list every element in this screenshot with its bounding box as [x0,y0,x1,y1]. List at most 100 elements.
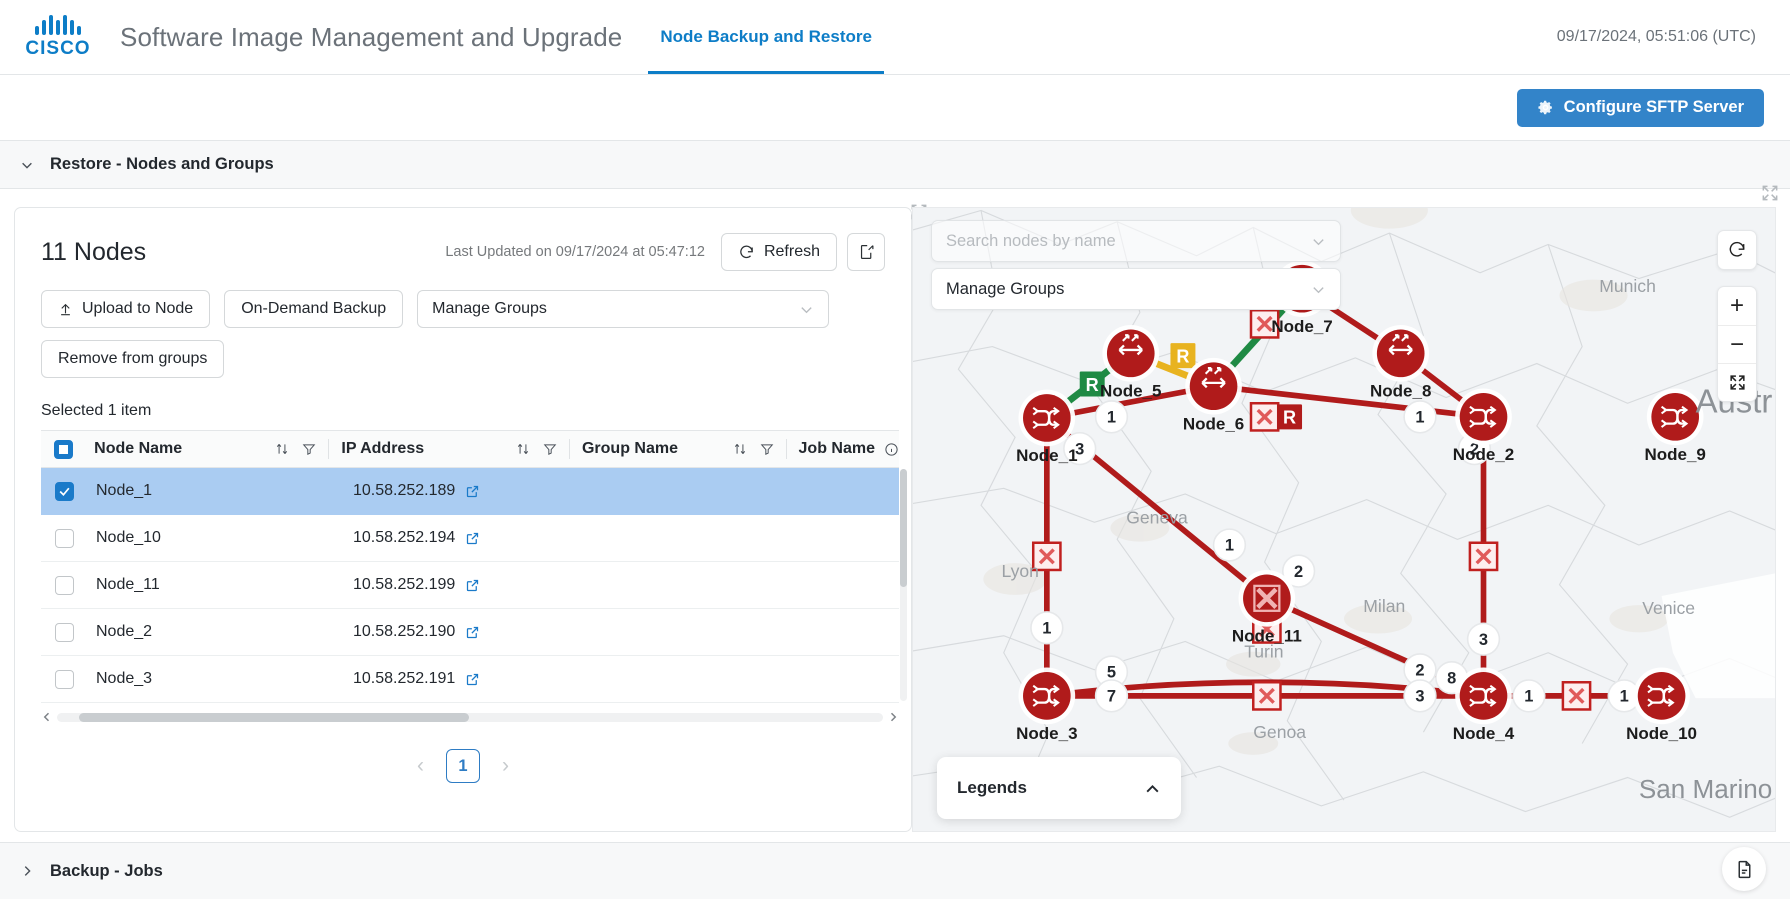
export-icon [860,245,873,259]
row-checkbox[interactable] [55,622,74,642]
nodes-card: 11 Nodes Last Updated on 09/17/2024 at 0… [14,204,927,832]
table-row[interactable]: Node_11 10.58.252.199 [41,562,899,609]
link-restore-r-icon[interactable]: R [1170,343,1196,369]
external-link-icon[interactable] [465,625,480,640]
table-row[interactable]: Node_3 10.58.252.191 [41,656,899,703]
pagination-page-1[interactable]: 1 [446,749,480,783]
topology-map[interactable]: RRRR 131212157283311 Node_1Node_5Node_6N… [912,207,1776,832]
chevron-up-icon[interactable] [1144,780,1161,797]
legends-panel[interactable]: Legends [937,757,1181,819]
chevron-right-icon[interactable] [887,711,899,723]
svg-text:Node_1: Node_1 [1016,446,1077,465]
filter-icon[interactable] [760,442,774,456]
table-horizontal-scrollbar[interactable] [41,709,899,725]
sort-icon[interactable] [733,442,747,456]
refresh-icon [740,245,753,258]
map-node-node_3[interactable]: Node_3 [1016,667,1078,743]
scrollbar-thumb[interactable] [900,469,907,587]
map-search-placeholder: Search nodes by name [946,231,1116,250]
link-down-x-icon[interactable] [1252,681,1282,711]
link-down-x-icon[interactable] [1468,541,1499,572]
svg-text:1: 1 [1415,409,1424,427]
refresh-button[interactable]: Refresh [720,233,837,271]
select-all-checkbox[interactable] [54,439,74,459]
link-count-badge[interactable]: 3 [1403,679,1437,713]
column-header-ip-address[interactable]: IP Address [329,431,570,467]
filter-icon[interactable] [543,442,557,456]
filter-icon[interactable] [302,442,316,456]
expand-map-icon[interactable] [1760,183,1780,203]
link-down-x-icon[interactable] [1249,401,1280,432]
link-count-badge[interactable]: 1 [1403,400,1437,434]
svg-text:3: 3 [1479,631,1488,649]
city-label: Turin [1244,641,1283,661]
sort-icon[interactable] [275,442,289,456]
external-link-icon[interactable] [465,672,480,687]
map-node-node_4[interactable]: Node_4 [1453,667,1515,743]
link-count-badge[interactable]: 3 [1466,622,1501,656]
table-vertical-scrollbar[interactable] [900,469,907,701]
content-split: 11 Nodes Last Updated on 09/17/2024 at 0… [0,185,1790,840]
map-fit-button[interactable] [1718,363,1756,401]
tab-node-backup-and-restore[interactable]: Node Backup and Restore [648,1,884,74]
table-row[interactable]: Node_1 10.58.252.189 [41,468,899,515]
column-header-group-name[interactable]: Group Name [570,431,787,467]
info-icon[interactable] [884,442,899,457]
table-row[interactable]: Node_2 10.58.252.190 [41,609,899,656]
map-zoom-in-button[interactable]: + [1718,287,1756,325]
cell-node-name: Node_1 [96,482,153,499]
upload-to-node-button[interactable]: Upload to Node [41,290,211,328]
svg-text:Node_5: Node_5 [1100,381,1161,400]
row-checkbox[interactable] [55,528,74,548]
accordion-backup-jobs[interactable]: Backup - Jobs [0,842,1790,899]
export-button[interactable] [847,233,885,271]
header-tabs: Node Backup and Restore [648,0,884,74]
external-link-icon[interactable] [465,578,480,593]
link-count-badge[interactable]: 1 [1212,528,1247,562]
link-down-x-icon[interactable] [1561,681,1592,711]
external-link-icon[interactable] [465,531,480,546]
documentation-button[interactable] [1722,847,1766,891]
row-checkbox[interactable] [55,669,74,689]
scrollbar-thumb[interactable] [79,712,469,722]
configure-sftp-server-button[interactable]: Configure SFTP Server [1516,88,1764,127]
accordion-restore-nodes-and-groups[interactable]: Restore - Nodes and Groups [0,141,1790,189]
map-refresh-button[interactable] [1717,230,1757,270]
map-node-node_2[interactable]: Node_2 [1453,388,1514,464]
map-manage-groups-select[interactable]: Manage Groups [931,268,1341,310]
on-demand-backup-button[interactable]: On-Demand Backup [224,290,404,328]
map-node-node_5[interactable]: Node_5 [1100,324,1161,400]
link-count-badge[interactable]: 1 [1094,400,1129,434]
row-checkbox[interactable] [55,575,74,595]
manage-groups-select[interactable]: Manage Groups [417,290,830,328]
map-search-input[interactable]: Search nodes by name [931,220,1341,262]
table-body: Node_1 10.58.252.189 Node_10 10.58.252.194 N… [41,468,899,703]
column-tools [275,442,328,456]
column-header-job-name[interactable]: Job Name [787,431,899,467]
svg-text:Node_3: Node_3 [1016,724,1077,743]
remove-from-groups-button[interactable]: Remove from groups [41,340,225,378]
chevron-left-icon[interactable] [41,711,53,723]
map-node-node_8[interactable]: Node_8 [1370,324,1431,400]
svg-text:Node_6: Node_6 [1183,414,1244,433]
ip-value: 10.58.252.199 [353,576,456,593]
column-header-node-name[interactable]: Node Name [86,431,330,467]
map-node-node_6[interactable]: Node_6 [1183,357,1244,433]
link-count-badge[interactable]: 7 [1094,679,1129,713]
map-panel: RRRR 131212157283311 Node_1Node_5Node_6N… [912,185,1790,840]
check-icon [59,487,70,496]
sort-icon[interactable] [516,442,530,456]
link-count-badge[interactable]: 1 [1030,611,1064,645]
pagination: ‹ 1 › [41,749,885,783]
pagination-next-button[interactable]: › [502,754,509,778]
external-link-icon[interactable] [465,484,480,499]
link-count-badge[interactable]: 1 [1512,679,1546,713]
map-zoom-out-button[interactable]: − [1718,325,1756,363]
pagination-prev-button[interactable]: ‹ [417,754,424,778]
legends-label: Legends [957,778,1027,797]
table-row[interactable]: Node_10 10.58.252.194 [41,515,899,562]
scrollbar-track[interactable] [57,712,883,722]
row-checkbox[interactable] [55,481,74,501]
link-restore-r-icon[interactable]: R [1277,404,1303,430]
map-node-node_1[interactable]: Node_1 [1016,389,1078,465]
